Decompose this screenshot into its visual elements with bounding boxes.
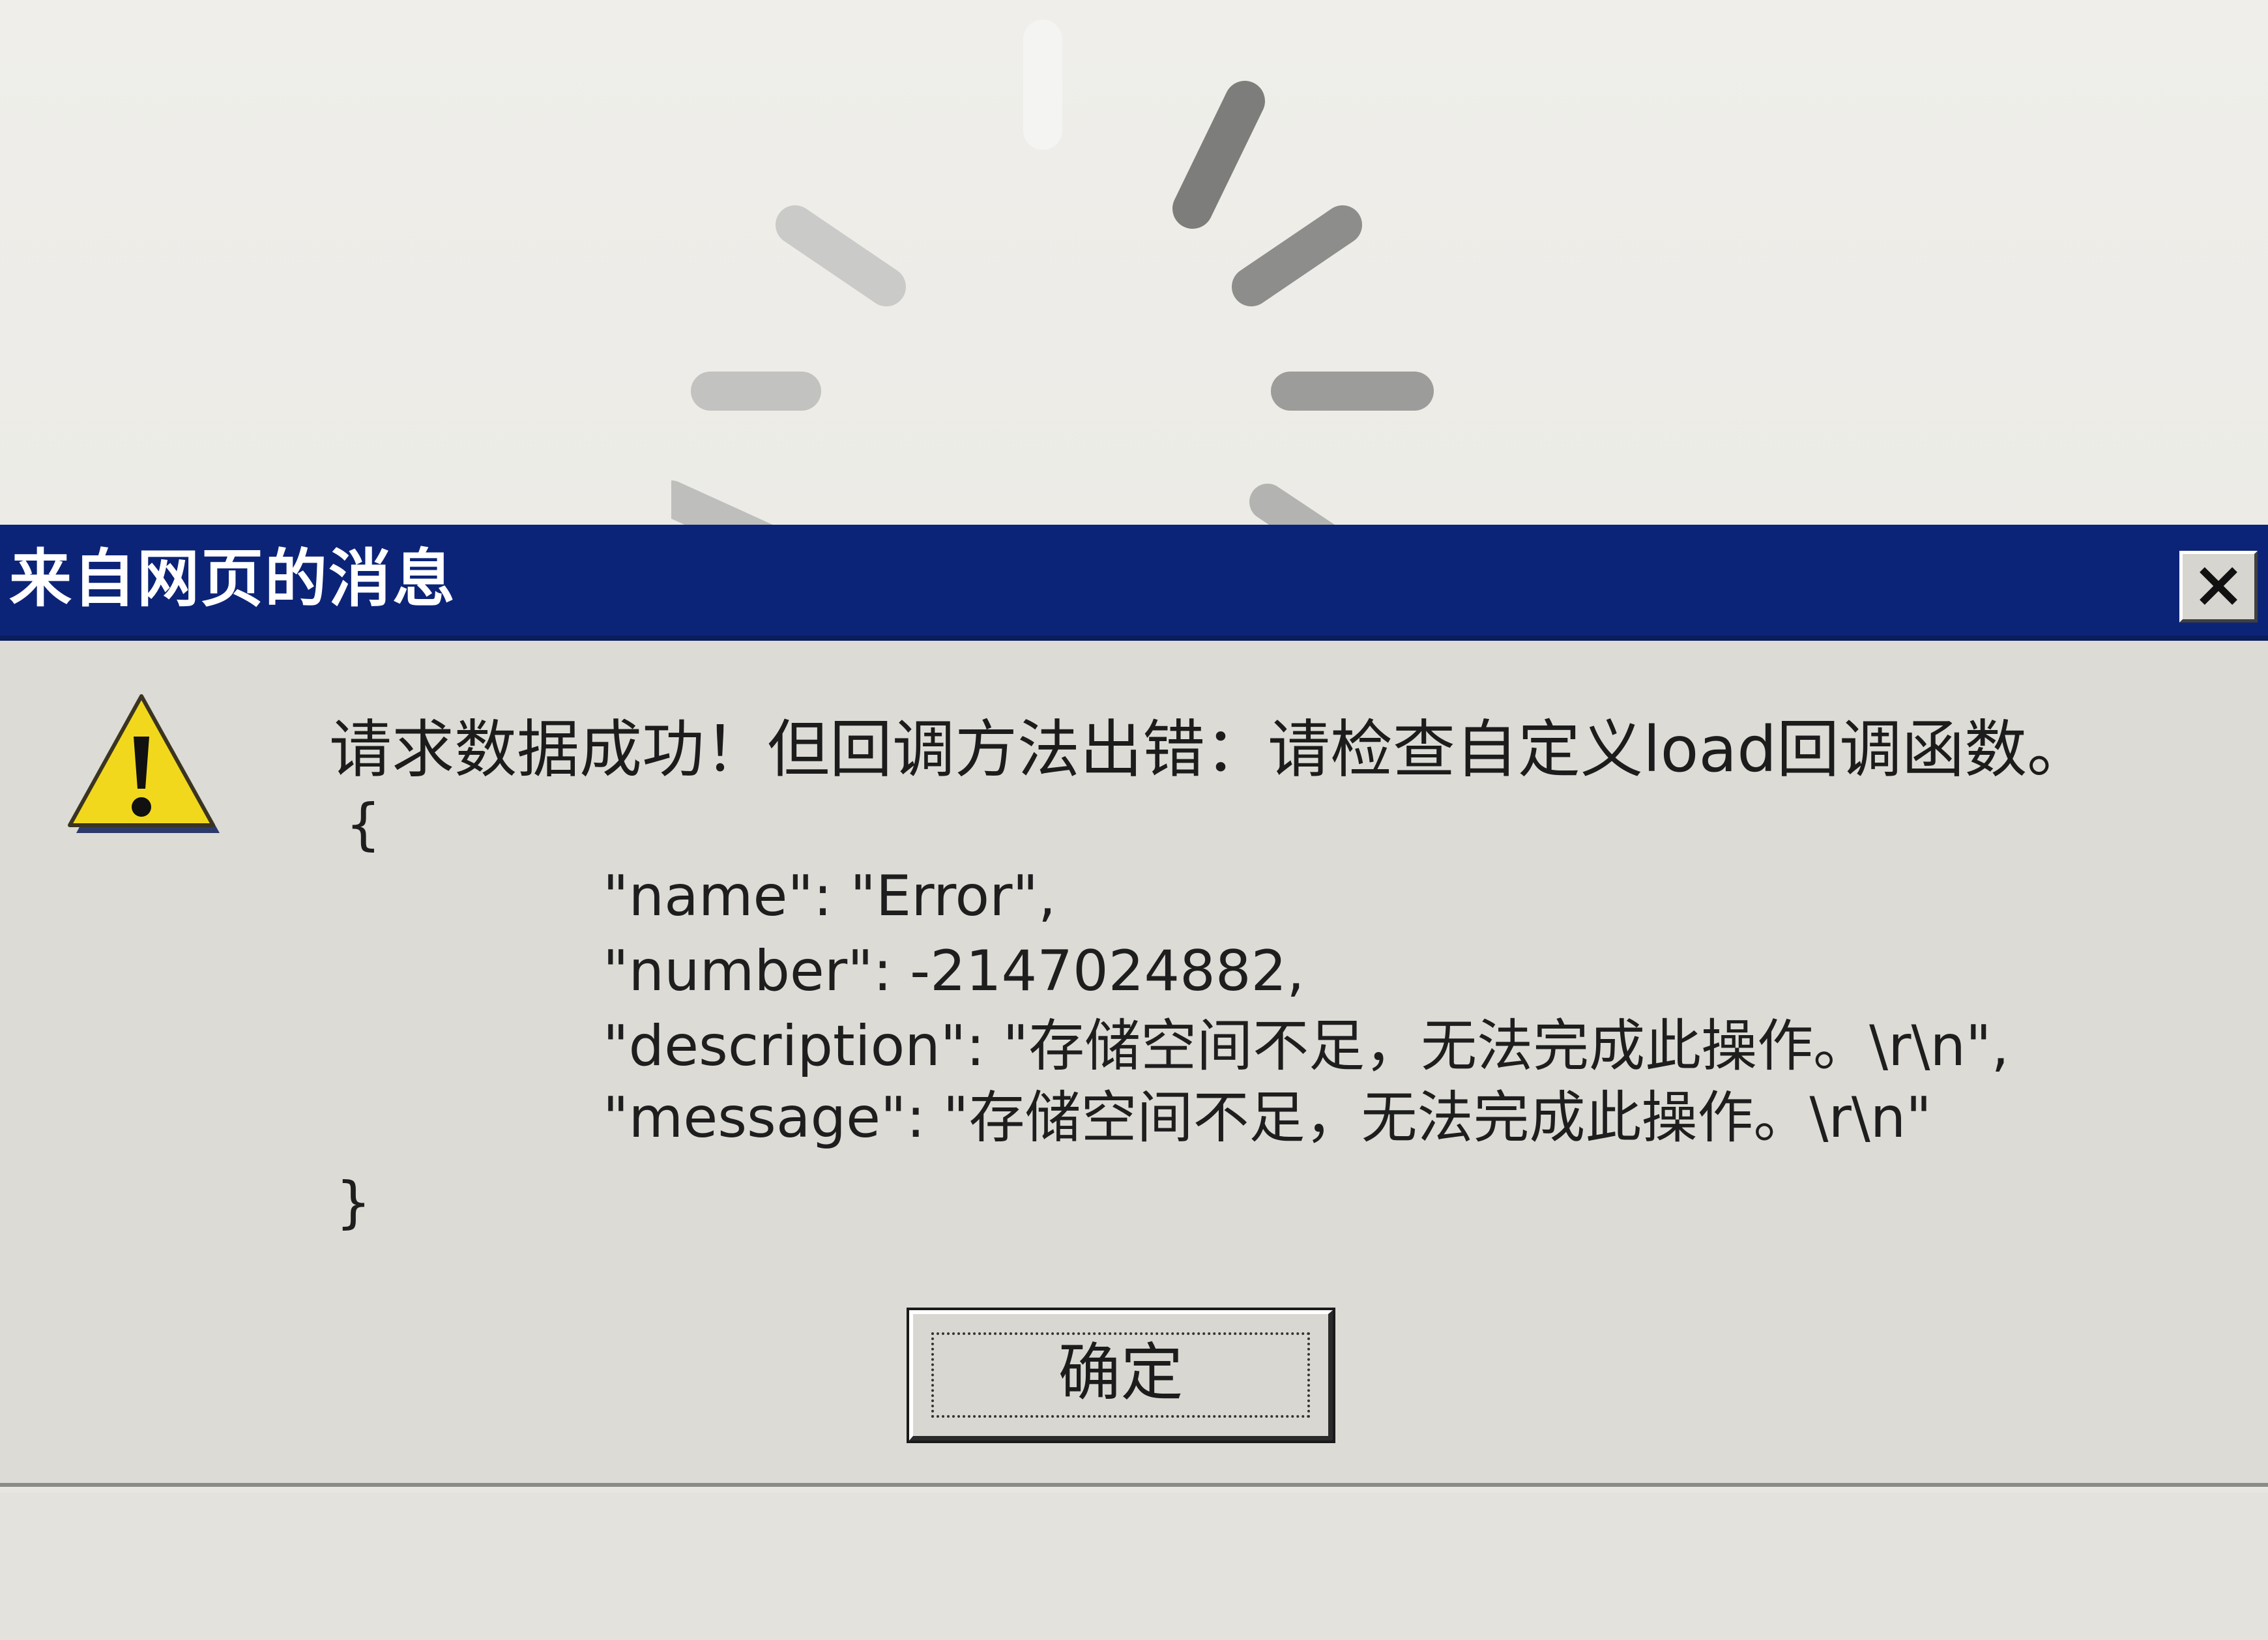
- loading-spinner-icon: [671, 20, 1434, 561]
- page-bottom-area: [0, 1493, 2268, 1640]
- error-headline: 请求数据成功！但回调方法出错：请检查自定义load回调函数。: [329, 713, 2090, 786]
- detail-brace-close: }: [336, 1170, 371, 1235]
- close-icon: [2200, 567, 2237, 605]
- dialog-title: 来自网页的消息: [9, 542, 456, 615]
- detail-brace-open: {: [345, 792, 381, 857]
- detail-line-description: "description": "存储空间不足，无法完成此操作。\r\n",: [603, 1014, 2009, 1079]
- ok-button[interactable]: 确定: [909, 1310, 1333, 1441]
- dialog-titlebar[interactable]: 来自网页的消息: [0, 525, 2268, 641]
- warning-icon: [68, 694, 220, 833]
- ok-button-label: 确定: [1058, 1336, 1184, 1409]
- detail-line-name: "name": "Error",: [603, 864, 1056, 929]
- close-button[interactable]: [2179, 551, 2258, 622]
- message-dialog: 来自网页的消息 请求数据成功！但回调方法出错：请检查自定义load回调函数。 {…: [0, 525, 2268, 1487]
- detail-line-message: "message": "存储空间不足，无法完成此操作。\r\n": [603, 1085, 1932, 1150]
- detail-line-number: "number": -2147024882,: [603, 939, 1305, 1004]
